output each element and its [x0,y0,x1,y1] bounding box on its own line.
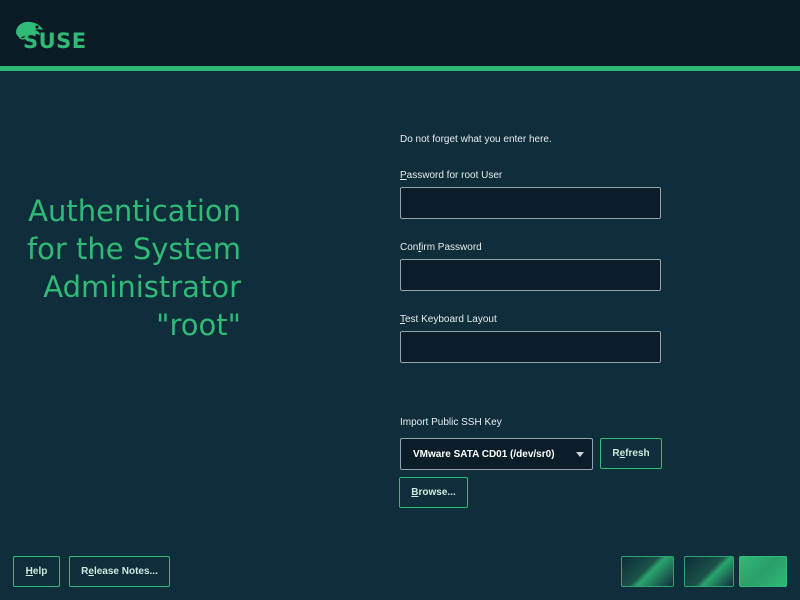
title-line: Authentication [28,194,241,228]
back-button[interactable] [684,556,734,587]
refresh-button[interactable]: Re fresh [600,438,662,469]
hint-text: Do not forget what you enter here. [400,134,552,145]
label-part: rowse... [418,487,456,498]
title-line: Administrator [43,270,241,304]
label-part: est Keyboard Layout [405,314,497,325]
suse-logo: SUSE [13,18,87,54]
label-part: lease Notes... [93,566,158,577]
chevron-down-icon [576,452,584,457]
ssh-key-label: Import Public SSH Key [400,417,502,428]
label-part: elp [32,566,48,577]
title-line: "root" [156,308,241,342]
label-mnemonic: P [400,170,407,181]
title-line: for the System [26,232,241,266]
ssh-device-select[interactable]: VMware SATA CD01 (/dev/sr0) [400,438,593,470]
installer-window: SUSE Authentication for the System Admin… [0,0,800,600]
help-button[interactable]: Help [13,556,60,587]
logo-text: SUSE [23,29,87,53]
label-part: fresh [625,448,650,459]
test-keyboard-label: Test Keyboard Layout [400,314,497,325]
label-part: Con [400,242,419,253]
label-part: R [81,566,89,577]
confirm-password-field[interactable] [400,259,661,291]
password-label: Password for root User [400,170,502,181]
header: SUSE [0,0,800,66]
abort-button[interactable] [621,556,674,587]
label-part: irm Password [421,242,482,253]
selected-device: VMware SATA CD01 (/dev/sr0) [413,449,555,460]
next-button[interactable] [739,556,787,587]
page-title: Authentication for the System Administra… [0,192,241,344]
label-part: R [612,448,620,459]
label-part: assword for root User [406,170,503,181]
label-mnemonic: B [411,487,419,498]
label-mnemonic: H [25,566,33,577]
header-accent-bar [0,66,800,71]
confirm-password-label: Confirm Password [400,242,482,253]
test-keyboard-field[interactable] [400,331,661,363]
browse-button[interactable]: Browse... [399,477,468,508]
release-notes-button[interactable]: Re lease Notes... [69,556,170,587]
password-field[interactable] [400,187,661,219]
